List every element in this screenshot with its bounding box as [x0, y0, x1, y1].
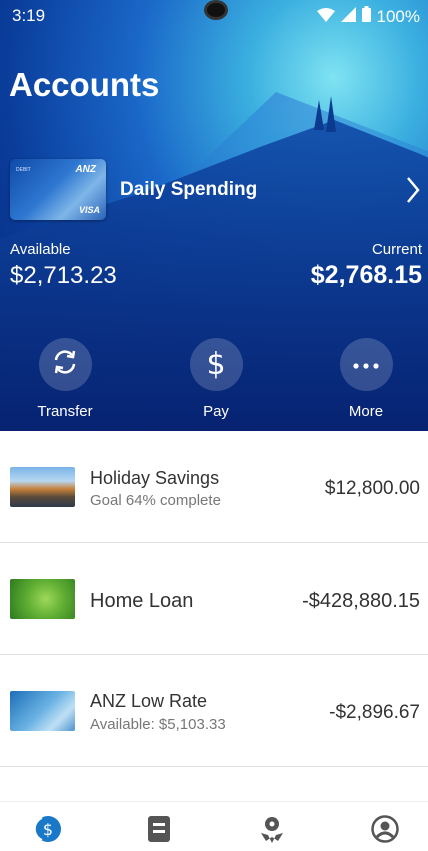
status-icons: 100%	[316, 6, 420, 27]
tree-decoration	[326, 96, 336, 132]
current-label: Current	[371, 241, 422, 258]
bottom-navigation: $	[0, 801, 428, 851]
chevron-right-icon[interactable]	[405, 176, 421, 209]
anz-logo: ANZ	[75, 164, 96, 175]
visa-logo: VISA	[78, 205, 100, 215]
signal-icon	[340, 6, 356, 27]
camera-cutout	[204, 0, 228, 20]
card-image	[10, 691, 75, 731]
pay-action[interactable]: $ Pay	[171, 338, 261, 420]
transfer-label: Transfer	[37, 403, 93, 420]
account-title: Holiday Savings	[90, 468, 220, 488]
status-time: 3:19	[12, 6, 46, 25]
nav-statements[interactable]	[144, 815, 174, 848]
account-amount: -$428,880.15	[302, 590, 420, 612]
account-title: Home Loan	[90, 590, 194, 612]
status-bar: 3:19 100%	[0, 0, 428, 30]
more-icon	[353, 356, 379, 374]
battery-percent: 100%	[376, 6, 420, 26]
account-subtitle: Goal 64% complete	[90, 492, 221, 509]
profile-icon	[371, 814, 399, 848]
rewards-icon	[258, 815, 286, 848]
statements-icon	[147, 815, 171, 848]
transfer-button[interactable]	[38, 338, 92, 391]
account-amount: $12,800.00	[324, 478, 420, 499]
account-hero: 3:19 100% Accounts DEBIT ANZ VISA Daily …	[0, 0, 428, 431]
leaf-image	[10, 579, 75, 619]
current-balance: $2,768.15	[310, 261, 422, 289]
more-button[interactable]	[339, 338, 393, 391]
nav-rewards[interactable]	[257, 816, 287, 846]
pay-label: Pay	[203, 403, 229, 420]
tree-decoration	[314, 100, 324, 130]
svg-text:$: $	[43, 820, 53, 839]
card-type-label: DEBIT	[16, 167, 31, 173]
available-label: Available	[10, 241, 71, 258]
nav-profile[interactable]	[370, 814, 400, 848]
primary-account-name[interactable]: Daily Spending	[120, 179, 257, 201]
battery-icon	[361, 6, 371, 27]
transfer-action[interactable]: Transfer	[20, 338, 110, 420]
more-action[interactable]: More	[321, 338, 411, 420]
beach-image	[10, 467, 75, 507]
accounts-icon: $	[32, 814, 62, 849]
more-label: More	[348, 403, 384, 420]
account-title: ANZ Low Rate	[90, 691, 208, 711]
wifi-icon	[316, 7, 335, 27]
dollar-icon: $	[206, 347, 226, 382]
refresh-icon	[50, 347, 80, 382]
pay-button[interactable]: $	[189, 338, 243, 391]
account-row-home-loan[interactable]: Home Loan -$428,880.15	[0, 543, 428, 655]
account-list: Holiday Savings Goal 64% complete $12,80…	[0, 431, 428, 767]
account-subtitle: Available: $5,103.33	[90, 716, 226, 733]
account-row-anz-low-rate[interactable]: ANZ Low Rate Available: $5,103.33 -$2,89…	[0, 655, 428, 767]
debit-card-image[interactable]: DEBIT ANZ VISA	[10, 159, 106, 220]
account-row-holiday-savings[interactable]: Holiday Savings Goal 64% complete $12,80…	[0, 431, 428, 543]
page-title: Accounts	[9, 66, 160, 103]
available-balance: $2,713.23	[10, 262, 117, 289]
account-amount: -$2,896.67	[329, 702, 420, 723]
nav-accounts[interactable]: $	[32, 814, 62, 849]
